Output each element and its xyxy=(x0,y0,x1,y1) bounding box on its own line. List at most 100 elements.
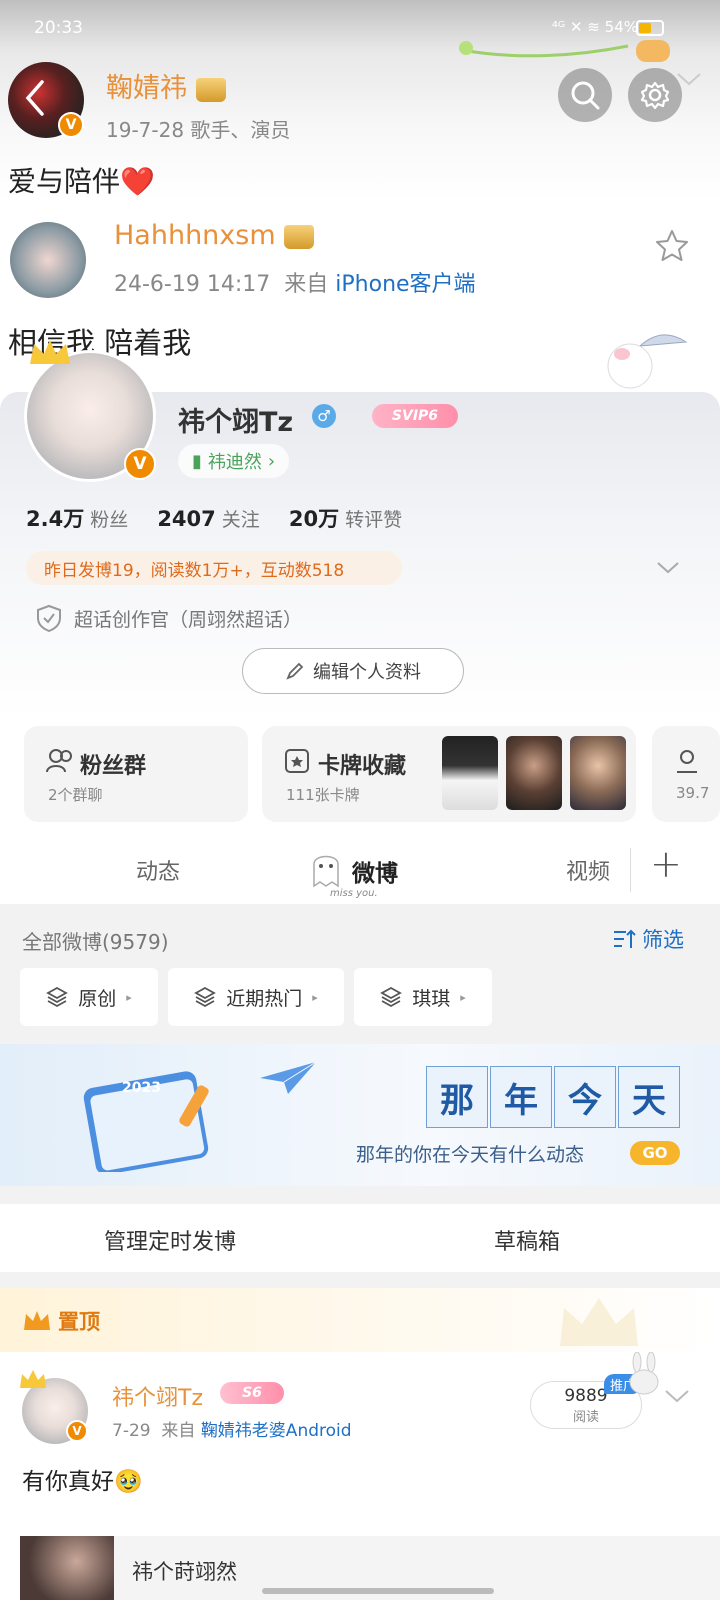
umbrella-kitty-sticker-icon xyxy=(600,326,690,392)
profile-tabs: 动态 微博 miss you. 视频 + xyxy=(0,836,720,904)
profile-verified-icon: V xyxy=(124,448,156,480)
sleep-cat-sticker-icon xyxy=(458,36,672,66)
header-meta: 19-7-28 歌手、演员 xyxy=(106,118,291,142)
weibo-count-label: 全部微博(9579) xyxy=(22,930,169,954)
post-text: 有你真好🥹 xyxy=(22,1469,143,1495)
svip-badge[interactable]: SVIP6 xyxy=(372,404,458,428)
title-chip[interactable]: ▮ 祎迪然 › xyxy=(178,444,290,478)
stat-fans[interactable]: 2.4万 粉丝 xyxy=(26,507,152,531)
stat-interactions[interactable]: 20万 转评赞 xyxy=(289,507,426,531)
paper-plane-icon xyxy=(258,1060,318,1100)
post-chevron-down-icon[interactable] xyxy=(664,1388,690,1408)
fans-group-sub: 2个群聊 xyxy=(48,786,103,804)
crown-icon xyxy=(284,224,315,249)
post-source-link[interactable]: 鞠婧祎老婆Android xyxy=(201,1421,352,1441)
fans-group-title: 粉丝群 xyxy=(80,754,147,779)
stat-following[interactable]: 2407 关注 xyxy=(157,507,283,531)
back-icon[interactable] xyxy=(22,78,46,128)
tab-weibo[interactable]: 微博 miss you. xyxy=(306,842,416,902)
partial-card[interactable]: 39.7 xyxy=(652,726,720,822)
crown-icon xyxy=(195,77,226,102)
filter-button[interactable]: 筛选 xyxy=(612,924,684,954)
search-button[interactable] xyxy=(558,68,612,122)
tab-divider xyxy=(630,848,631,892)
status-indicators: ⁴ᴳ ✕ ≋ 54% xyxy=(551,18,638,36)
post-level-badge[interactable]: S6 xyxy=(220,1382,284,1404)
repost-meta: 24-6-19 14:17 来自 iPhone客户端 xyxy=(114,272,476,297)
filter-icon xyxy=(614,929,636,948)
layers-icon xyxy=(194,986,217,1008)
post-avatar-crown-icon xyxy=(20,1370,46,1388)
layers-icon xyxy=(380,986,403,1008)
post-username[interactable]: 祎个翊Tz xyxy=(112,1380,203,1412)
filter-chip-hot[interactable]: 近期热门 ▸ xyxy=(168,968,344,1026)
card-collection-card[interactable]: 卡牌收藏 111张卡牌 xyxy=(262,726,636,822)
role-row[interactable]: 超话创作官（周翊然超话） xyxy=(36,604,302,632)
status-text: 爱与陪伴❤️ xyxy=(8,165,155,198)
card-collection-title: 卡牌收藏 xyxy=(318,754,407,779)
search-icon xyxy=(571,81,600,110)
caret-right-icon: ▸ xyxy=(312,990,318,1004)
edit-profile-button[interactable]: 编辑个人资料 xyxy=(242,648,464,694)
drafts-button[interactable]: 草稿箱 xyxy=(494,1224,560,1256)
banner-go-button[interactable]: GO xyxy=(630,1141,680,1165)
banner-char: 天 xyxy=(618,1066,680,1128)
favorite-star-icon[interactable] xyxy=(654,228,690,268)
post-verified-icon: V xyxy=(66,1420,88,1442)
battery-icon xyxy=(636,20,664,36)
add-tab-button[interactable]: + xyxy=(650,842,682,886)
banner-char: 今 xyxy=(554,1066,616,1128)
settings-button[interactable] xyxy=(628,68,682,122)
pinned-header: 置顶 xyxy=(0,1288,720,1352)
male-gender-icon: ♂ xyxy=(312,404,336,428)
pencil-icon xyxy=(286,662,304,680)
header-username[interactable]: 鞠婧祎 xyxy=(106,66,226,105)
next-post-title: 祎个莳翊然 xyxy=(132,1560,237,1584)
bunny-sticker-icon xyxy=(624,1351,664,1400)
tab-dynamic[interactable]: 动态 xyxy=(136,854,180,886)
scheduled-posts-button[interactable]: 管理定时发博 xyxy=(104,1224,236,1256)
card-collection-sub: 111张卡牌 xyxy=(286,786,360,804)
shield-icon xyxy=(37,604,61,632)
caret-right-icon: ▸ xyxy=(126,990,132,1004)
card-thumbnail[interactable] xyxy=(442,736,498,810)
partial-card-sub: 39.7 xyxy=(676,784,710,802)
card-collection-icon xyxy=(284,748,310,778)
header-chevron-down-icon[interactable] xyxy=(676,70,702,92)
title-chip-icon: ▮ xyxy=(192,450,202,472)
chevron-right-icon: › xyxy=(267,450,276,472)
status-time: 20:33 xyxy=(34,18,83,38)
tab-weibo-sub: miss you. xyxy=(330,888,378,899)
activity-bar[interactable]: 昨日发博19，阅读数1万+，互动数518 xyxy=(26,551,402,585)
repost-username[interactable]: Hahhhnxsm xyxy=(114,220,315,251)
verified-badge-icon: V xyxy=(58,112,84,138)
tab-video[interactable]: 视频 xyxy=(566,854,610,886)
partial-card-icon xyxy=(674,748,700,778)
pin-crown-icon xyxy=(24,1311,50,1330)
profile-name: 祎个翊Tz xyxy=(178,407,294,438)
calendar-icon: 2023 xyxy=(80,1058,220,1175)
post-meta: 7-29 来自 鞠婧祎老婆Android xyxy=(112,1421,352,1441)
fans-group-card[interactable]: 粉丝群 2个群聊 xyxy=(24,726,248,822)
repost-avatar[interactable] xyxy=(10,222,86,298)
repost-source-link[interactable]: iPhone客户端 xyxy=(335,272,475,297)
layers-icon xyxy=(46,986,69,1008)
next-post-thumbnail xyxy=(20,1536,114,1600)
fans-group-icon xyxy=(46,748,74,778)
home-indicator[interactable] xyxy=(262,1588,494,1594)
caret-right-icon: ▸ xyxy=(460,990,466,1004)
manage-row: 管理定时发博 草稿箱 xyxy=(0,1204,720,1272)
profile-stats: 2.4万 粉丝 2407 关注 20万 转评赞 xyxy=(26,503,426,533)
banner-subtitle: 那年的你在今天有什么动态 xyxy=(356,1144,585,1166)
crown-sticker-icon xyxy=(26,336,74,372)
ghost-mascot-icon xyxy=(313,855,339,888)
card-thumbnail[interactable] xyxy=(506,736,562,810)
filter-chip-original[interactable]: 原创 ▸ xyxy=(20,968,158,1026)
banner-char: 年 xyxy=(490,1066,552,1128)
banner-char: 那 xyxy=(426,1066,488,1128)
expand-chevron-down-icon[interactable] xyxy=(656,560,680,580)
card-thumbnail[interactable] xyxy=(570,736,626,810)
filter-chip-qiqi[interactable]: 琪琪 ▸ xyxy=(354,968,492,1026)
gear-icon xyxy=(640,81,670,110)
crown-watermark-icon xyxy=(560,1298,638,1346)
